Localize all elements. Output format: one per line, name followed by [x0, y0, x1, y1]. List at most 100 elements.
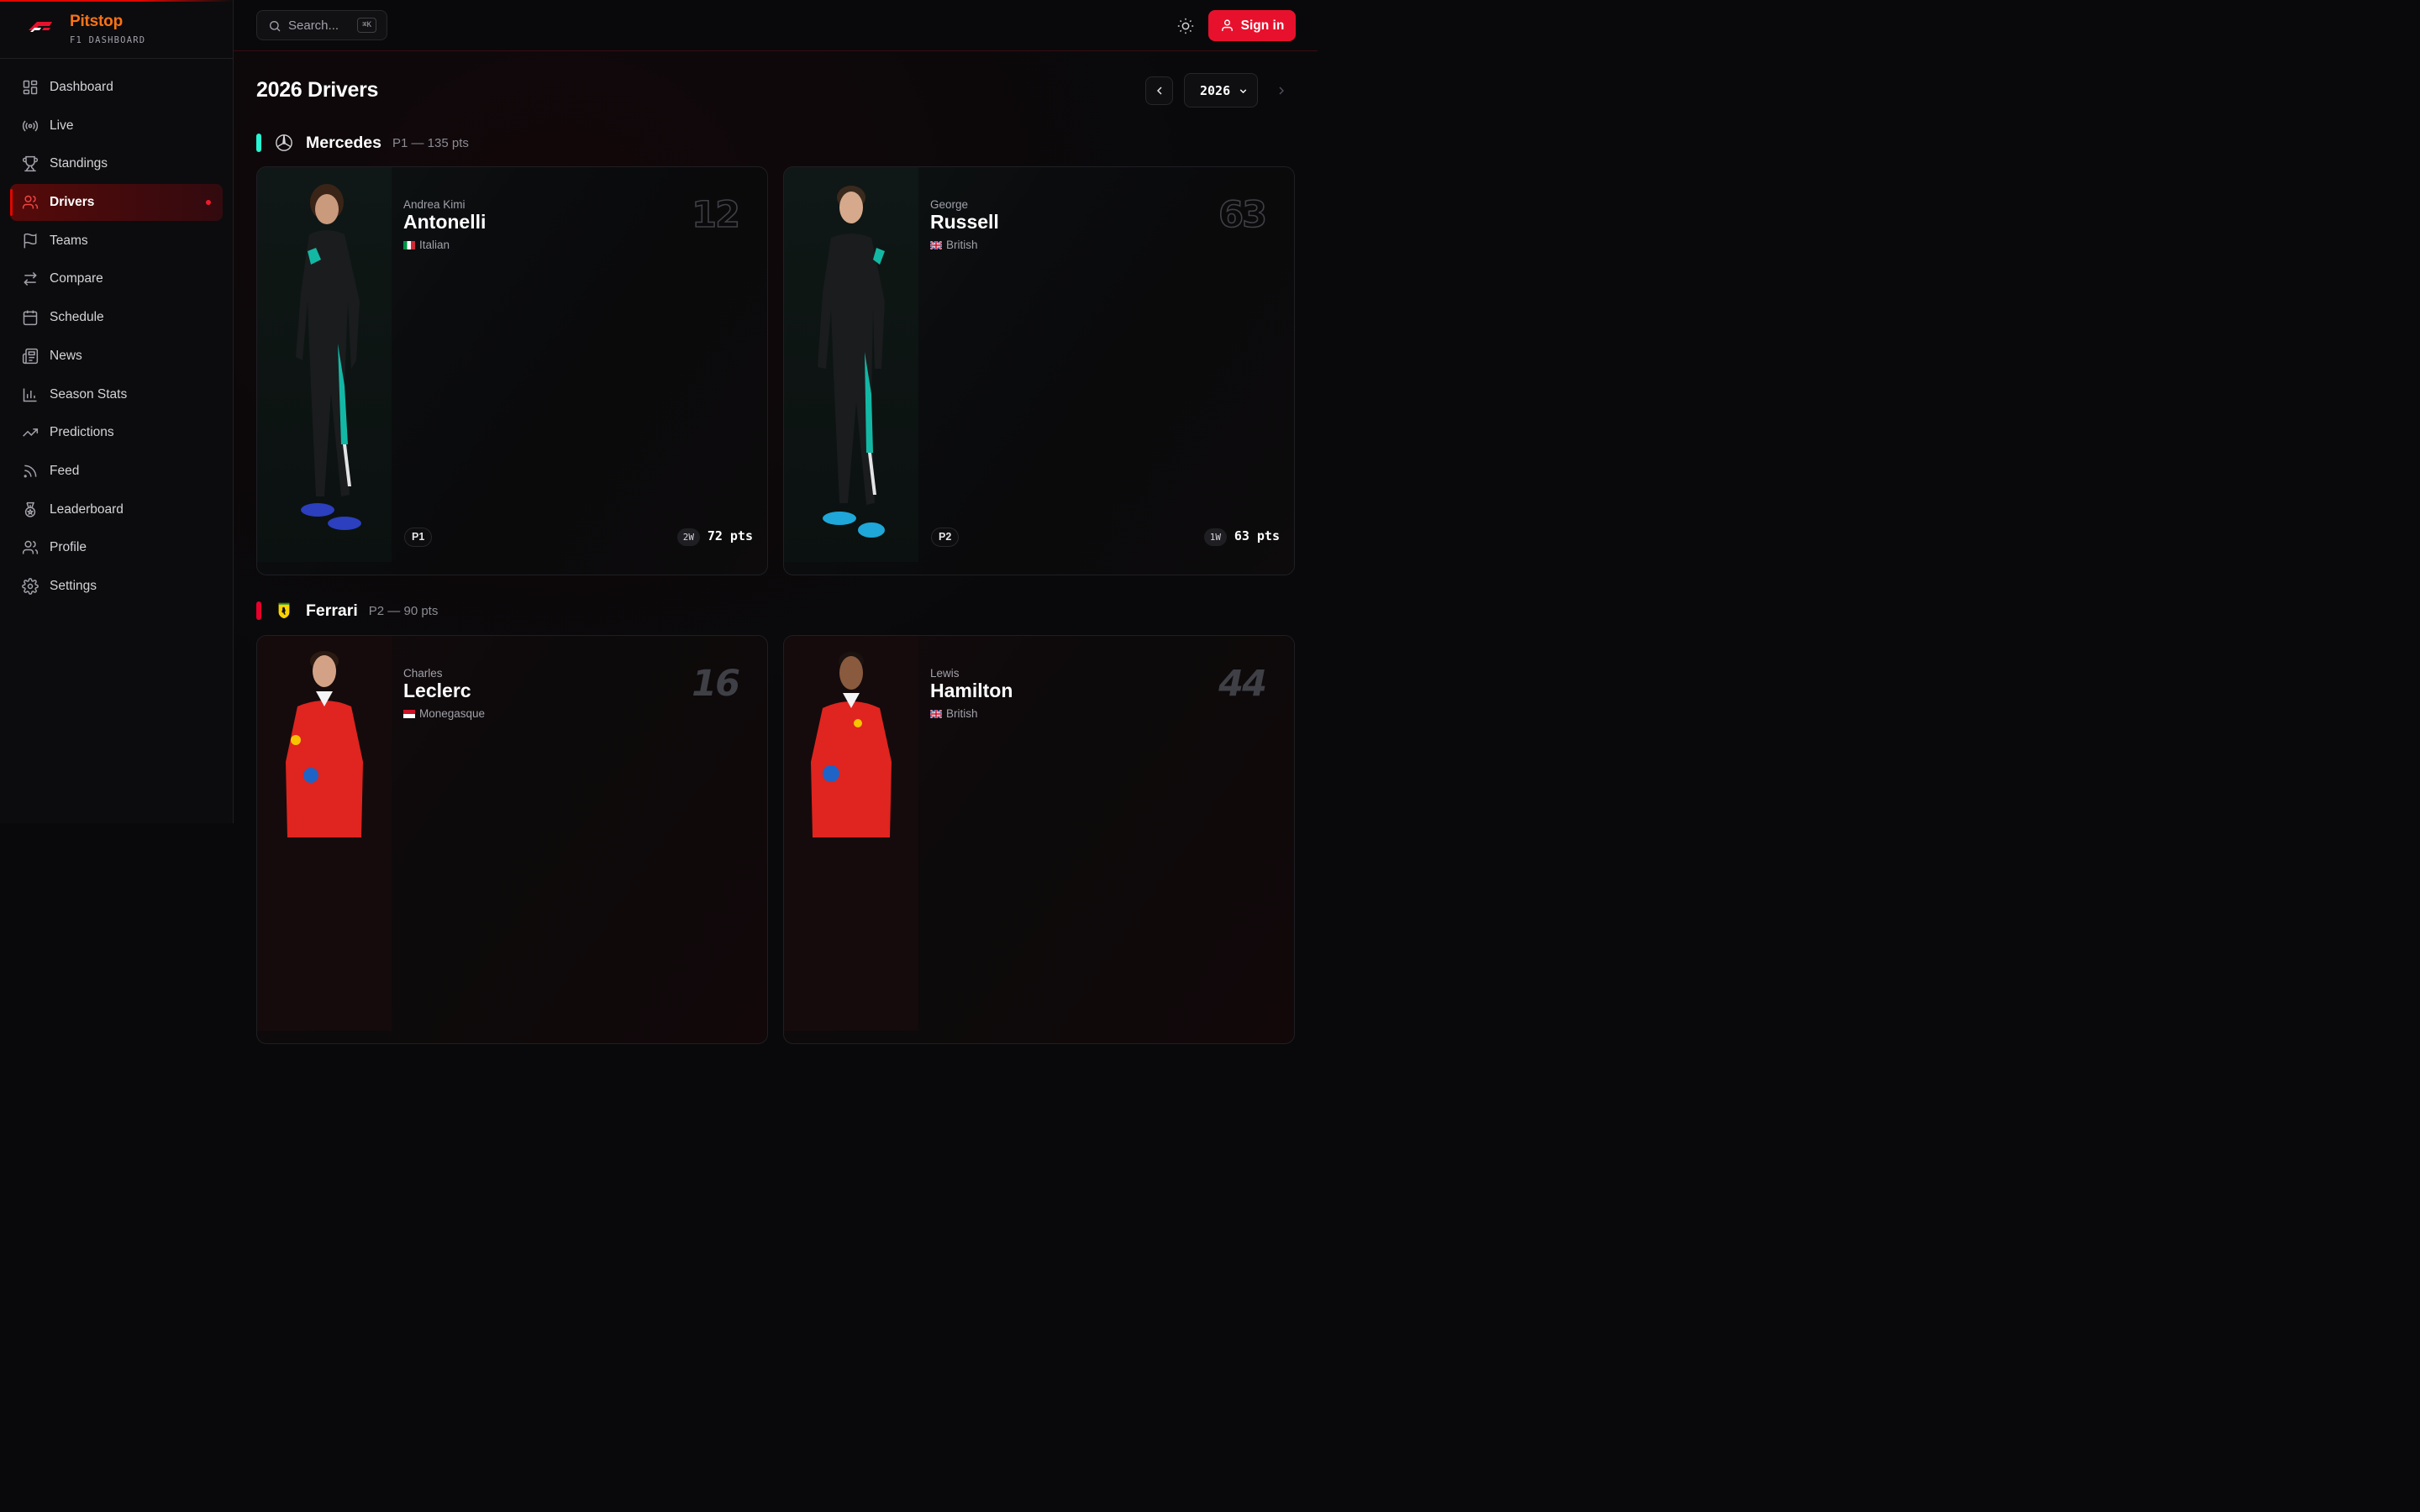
- sidebar-item-dashboard[interactable]: Dashboard: [10, 69, 223, 106]
- monaco-flag-icon: [403, 709, 415, 718]
- chevron-left-icon: [1156, 87, 1162, 95]
- user-icon: [22, 539, 39, 556]
- flag-icon: [22, 233, 39, 249]
- chevron-right-icon: [1279, 87, 1284, 95]
- driver-photo-mercedes: [784, 167, 918, 562]
- bar-chart-icon: [22, 386, 39, 403]
- top-header: Search... ⌘K Sign in: [234, 0, 1318, 51]
- sidebar-item-label: Season Stats: [50, 386, 128, 402]
- sidebar-item-label: Standings: [50, 156, 108, 171]
- sidebar-item-feed[interactable]: Feed: [10, 453, 223, 490]
- sidebar-item-label: Live: [50, 118, 74, 133]
- team-name: Mercedes: [306, 133, 381, 152]
- sidebar-item-label: Dashboard: [50, 80, 113, 94]
- italy-flag-icon: [403, 240, 415, 249]
- newspaper-icon: [22, 348, 39, 365]
- sidebar-item-label: Feed: [50, 463, 80, 478]
- sidebar-item-standings[interactable]: Standings: [10, 145, 223, 182]
- driver-nationality: British: [930, 707, 978, 720]
- driver-photo-ferrari: [257, 636, 392, 1031]
- previous-year-button[interactable]: [1145, 76, 1173, 105]
- mercedes-logo-icon: [275, 134, 293, 152]
- sidebar-item-live[interactable]: Live: [10, 108, 223, 144]
- driver-photo-mercedes: [257, 167, 392, 562]
- sidebar-item-season-stats[interactable]: Season Stats: [10, 376, 223, 413]
- driver-nationality: Italian: [403, 239, 450, 251]
- sidebar-item-label: Compare: [50, 271, 103, 286]
- trending-up-icon: [22, 424, 39, 441]
- driver-card-leclerc[interactable]: Charles Leclerc Monegasque 16: [256, 635, 768, 1044]
- driver-wins-badge: 1W: [1203, 528, 1227, 546]
- team-standing: P1 — 135 pts: [392, 135, 469, 150]
- search-input[interactable]: Search... ⌘K: [256, 10, 387, 40]
- team-standing: P2 — 90 pts: [368, 603, 439, 618]
- search-shortcut-badge: ⌘K: [357, 18, 376, 33]
- sign-in-button[interactable]: Sign in: [1208, 10, 1296, 41]
- driver-first-name: Andrea Kimi: [403, 198, 466, 211]
- driver-points: 72 pts: [707, 528, 753, 543]
- arrows-swap-icon: [22, 270, 39, 287]
- medal-icon: [22, 501, 39, 518]
- driver-last-name: Leclerc: [403, 680, 471, 701]
- sidebar-item-label: News: [50, 348, 82, 363]
- driver-points: 63 pts: [1234, 528, 1280, 543]
- sidebar-item-schedule[interactable]: Schedule: [10, 299, 223, 336]
- user-icon: [1221, 19, 1233, 31]
- sidebar-item-leaderboard[interactable]: Leaderboard: [10, 491, 223, 528]
- gear-icon: [22, 578, 39, 595]
- broadcast-icon: [22, 118, 39, 134]
- driver-first-name: Lewis: [930, 667, 960, 680]
- next-year-button[interactable]: [1267, 76, 1295, 105]
- team-header-mercedes: Mercedes P1 — 135 pts: [256, 132, 469, 154]
- sidebar-item-label: Drivers: [50, 195, 95, 210]
- driver-position-badge: P2: [931, 528, 960, 547]
- driver-card-antonelli[interactable]: Andrea Kimi Antonelli Italian 12 P1 2W 7…: [256, 166, 768, 575]
- team-color-bar: [256, 134, 261, 152]
- trophy-icon: [22, 155, 39, 172]
- sign-in-label: Sign in: [1240, 18, 1285, 33]
- sun-icon[interactable]: [1176, 17, 1195, 35]
- driver-last-name: Hamilton: [930, 680, 1013, 701]
- driver-card-hamilton[interactable]: Lewis Hamilton British 44: [783, 635, 1295, 1044]
- app-root: Pitstop F1 DASHBOARD Dashboard Live Stan…: [0, 0, 1318, 1044]
- sidebar-item-label: Schedule: [50, 310, 104, 325]
- sidebar-item-teams[interactable]: Teams: [10, 223, 223, 260]
- brand-header[interactable]: Pitstop F1 DASHBOARD: [0, 0, 234, 59]
- brand-name: Pitstop: [70, 13, 123, 30]
- sidebar-item-label: Settings: [50, 578, 97, 593]
- sidebar-item-profile[interactable]: Profile: [10, 529, 223, 566]
- driver-nationality: British: [930, 239, 978, 251]
- sidebar-nav: Dashboard Live Standings Drivers Teams C…: [10, 69, 223, 606]
- year-select-value: 2026: [1200, 82, 1231, 98]
- sidebar-item-drivers[interactable]: Drivers: [10, 184, 223, 222]
- rss-icon: [22, 463, 39, 480]
- users-icon: [22, 194, 39, 211]
- page-title: 2026 Drivers: [256, 78, 379, 102]
- driver-number: 63: [1218, 193, 1267, 237]
- team-name: Ferrari: [306, 601, 358, 620]
- calendar-icon: [22, 309, 39, 326]
- ferrari-logo-icon: [275, 601, 293, 620]
- sidebar-item-predictions[interactable]: Predictions: [10, 414, 223, 451]
- uk-flag-icon: [930, 709, 942, 718]
- sidebar-item-label: Predictions: [50, 425, 114, 440]
- pitstop-logo-icon: [29, 22, 52, 32]
- sidebar-item-label: Profile: [50, 540, 87, 555]
- driver-number: 16: [692, 663, 740, 705]
- sidebar-item-settings[interactable]: Settings: [10, 568, 223, 605]
- team-color-bar: [256, 601, 261, 620]
- search-icon: [270, 21, 281, 32]
- driver-photo-ferrari: [784, 636, 918, 1031]
- sidebar-item-compare[interactable]: Compare: [10, 260, 223, 297]
- nationality-label: British: [946, 239, 978, 251]
- sidebar-item-news[interactable]: News: [10, 338, 223, 375]
- team-header-ferrari: Ferrari P2 — 90 pts: [256, 600, 438, 622]
- driver-position-badge: P1: [404, 528, 433, 547]
- sidebar-item-label: Teams: [50, 233, 88, 248]
- year-select[interactable]: 2026: [1184, 73, 1258, 108]
- driver-card-russell[interactable]: George Russell British 63 P2 1W 63 pts: [783, 166, 1295, 575]
- driver-first-name: George: [930, 198, 969, 211]
- driver-number: 44: [1218, 663, 1267, 705]
- search-placeholder: Search...: [288, 18, 339, 33]
- nationality-label: Italian: [419, 239, 450, 251]
